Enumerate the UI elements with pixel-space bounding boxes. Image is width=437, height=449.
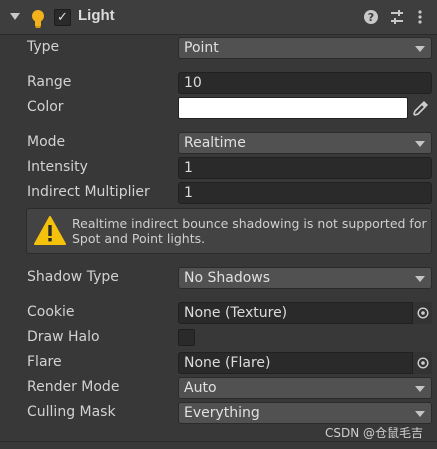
culling-mask-dropdown[interactable]: Everything	[178, 402, 432, 424]
context-menu-icon[interactable]	[412, 9, 428, 25]
culling-mask-row: Culling Mask Everything	[0, 402, 437, 424]
indirect-multiplier-row: Indirect Multiplier 1	[0, 182, 437, 204]
shadow-type-label: Shadow Type	[27, 269, 119, 285]
indirect-multiplier-field[interactable]: 1	[178, 182, 432, 204]
intensity-field[interactable]: 1	[178, 157, 432, 179]
draw-halo-label: Draw Halo	[27, 329, 100, 345]
foldout-arrow-icon[interactable]	[10, 13, 20, 20]
range-field[interactable]: 10	[178, 72, 432, 94]
cookie-label: Cookie	[27, 304, 75, 320]
chevron-down-icon	[415, 141, 425, 147]
intensity-row: Intensity 1	[0, 157, 437, 179]
warning-helpbox: Realtime indirect bounce shadowing is no…	[26, 208, 432, 254]
flare-object-field[interactable]: None (Flare)	[178, 352, 432, 374]
chevron-down-icon	[415, 411, 425, 417]
warning-message: Realtime indirect bounce shadowing is no…	[72, 216, 427, 246]
type-row: Type Point	[0, 37, 437, 59]
flare-label: Flare	[27, 354, 62, 370]
cookie-object-picker[interactable]	[412, 302, 432, 324]
render-mode-label: Render Mode	[27, 379, 120, 395]
flare-row: Flare None (Flare)	[0, 352, 437, 374]
shadow-type-value: No Shadows	[184, 270, 271, 286]
chevron-down-icon	[415, 386, 425, 392]
cookie-value: None (Texture)	[184, 305, 288, 321]
type-value: Point	[184, 40, 219, 56]
cookie-object-field[interactable]: None (Texture)	[178, 302, 432, 324]
help-icon[interactable]: ?	[363, 9, 379, 25]
mode-dropdown[interactable]: Realtime	[178, 132, 432, 154]
component-divider	[0, 441, 437, 442]
type-dropdown[interactable]: Point	[178, 37, 432, 59]
draw-halo-checkbox[interactable]	[178, 329, 195, 346]
color-swatch[interactable]	[178, 97, 408, 119]
render-mode-dropdown[interactable]: Auto	[178, 377, 432, 399]
mode-row: Mode Realtime	[0, 132, 437, 154]
eyedropper-icon[interactable]	[412, 99, 430, 117]
svg-text:?: ?	[368, 11, 374, 24]
range-row: Range 10	[0, 72, 437, 94]
shadow-type-dropdown[interactable]: No Shadows	[178, 267, 432, 289]
cookie-row: Cookie None (Texture)	[0, 302, 437, 324]
render-mode-row: Render Mode Auto	[0, 377, 437, 399]
mode-label: Mode	[27, 134, 66, 150]
component-header: ✓ Light ?	[0, 0, 437, 35]
culling-mask-value: Everything	[184, 405, 260, 421]
component-enabled-checkbox[interactable]: ✓	[54, 9, 71, 26]
shadow-type-row: Shadow Type No Shadows	[0, 267, 437, 289]
watermark: CSDN @仓鼠毛吉	[324, 426, 423, 440]
chevron-down-icon	[415, 46, 425, 52]
light-bulb-icon	[32, 10, 44, 28]
component-title: Light	[78, 7, 115, 24]
object-picker-icon	[417, 357, 429, 369]
culling-mask-label: Culling Mask	[27, 404, 116, 420]
color-label: Color	[27, 99, 64, 115]
warning-icon	[34, 216, 66, 245]
type-label: Type	[27, 39, 60, 55]
mode-value: Realtime	[184, 135, 246, 151]
flare-object-picker[interactable]	[412, 352, 432, 374]
object-picker-icon	[417, 307, 429, 319]
intensity-label: Intensity	[27, 159, 88, 175]
indirect-multiplier-label: Indirect Multiplier	[27, 184, 150, 200]
flare-value: None (Flare)	[184, 355, 271, 371]
draw-halo-row: Draw Halo	[0, 327, 437, 349]
chevron-down-icon	[415, 276, 425, 282]
range-label: Range	[27, 74, 72, 90]
color-row: Color	[0, 97, 437, 119]
preset-icon[interactable]	[389, 9, 405, 25]
render-mode-value: Auto	[184, 380, 217, 396]
